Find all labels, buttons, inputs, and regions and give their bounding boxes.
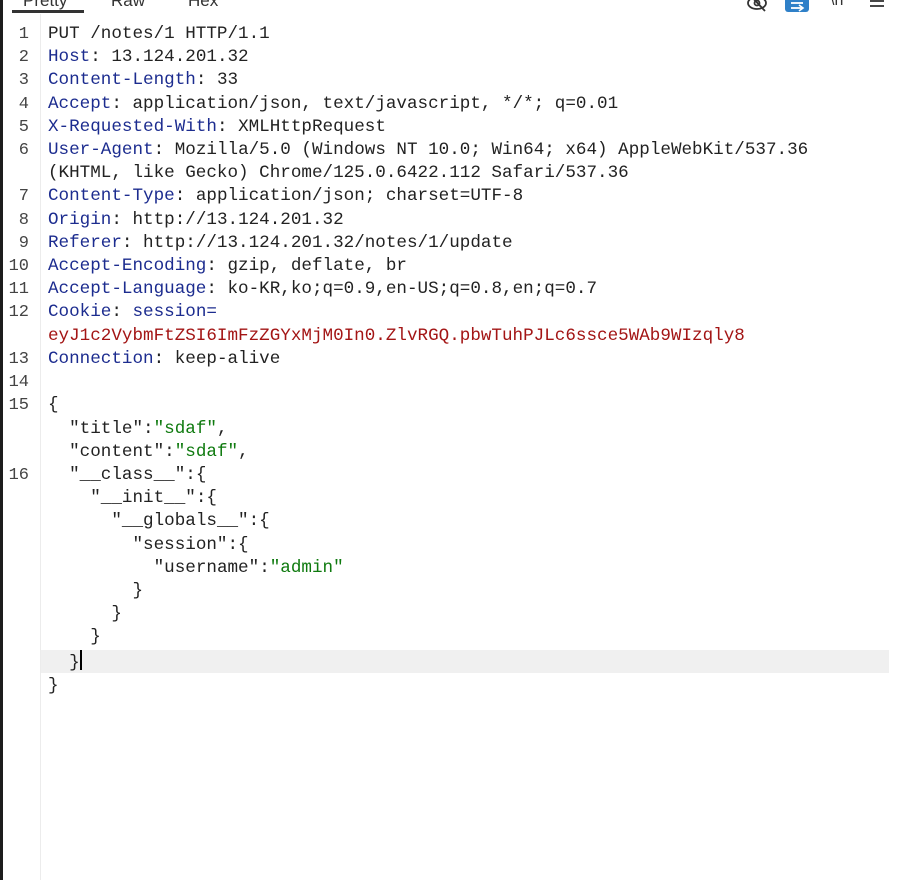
- body-close: }: [48, 675, 59, 696]
- header-origin: 8 Origin: http://13.124.201.32: [0, 209, 904, 232]
- json-key: "session": [132, 534, 228, 555]
- json-key: "username": [153, 557, 260, 578]
- newline-icon[interactable]: \n: [830, 0, 843, 10]
- wrap-icon[interactable]: [785, 0, 809, 12]
- request-line: 1 PUT /notes/1 HTTP/1.1: [0, 23, 904, 46]
- header-value-continuation: (KHTML, like Gecko) Chrome/125.0.6422.11…: [48, 163, 629, 184]
- header-referer: 9 Referer: http://13.124.201.32/notes/1/…: [0, 232, 904, 255]
- json-key: "__class__": [69, 465, 186, 486]
- active-tab-indicator: [12, 10, 84, 13]
- header-value: 13.124.201.32: [111, 47, 249, 68]
- header-value: Mozilla/5.0 (Windows NT 10.0; Win64; x64…: [174, 140, 809, 161]
- json-string: "sdaf": [153, 418, 217, 439]
- header-value: gzip, deflate, br: [227, 256, 408, 277]
- blank-line: 14: [0, 371, 904, 394]
- line-number: 7: [18, 187, 29, 207]
- line-number: 12: [8, 303, 29, 323]
- header-name: User-Agent: [48, 140, 154, 161]
- header-name: X-Requested-With: [48, 116, 217, 137]
- text-cursor: [79, 649, 82, 670]
- body-open: 15 {: [0, 394, 904, 417]
- tab-hex[interactable]: Hex: [188, 0, 218, 11]
- header-value: keep-alive: [174, 348, 281, 369]
- header-value: ko-KR,ko;q=0.9,en-US;q=0.8,en;q=0.7: [227, 279, 598, 300]
- json-close-globals: }: [48, 604, 122, 625]
- line-number: 10: [8, 257, 29, 277]
- header-content-length: 3 Content-Length: 33: [0, 69, 904, 92]
- header-name: Content-Length: [48, 70, 196, 91]
- line-number: 2: [18, 48, 29, 68]
- header-accept-encoding: 10 Accept-Encoding: gzip, deflate, br: [0, 255, 904, 278]
- header-name: Referer: [48, 232, 122, 253]
- header-value: http://13.124.201.32: [132, 209, 344, 230]
- json-key: "__init__": [90, 488, 196, 509]
- header-accept: 4 Accept: application/json, text/javascr…: [0, 93, 904, 116]
- request-line-text: PUT /notes/1 HTTP/1.1: [48, 24, 270, 44]
- header-accept-language: 11 Accept-Language: ko-KR,ko;q=0.9,en-US…: [0, 278, 904, 301]
- header-name: Origin: [48, 209, 112, 230]
- header-name: Host: [48, 47, 91, 68]
- line-number: 8: [18, 210, 29, 230]
- line-number: 4: [18, 94, 29, 114]
- header-value: http://13.124.201.32/notes/1/update: [143, 232, 513, 253]
- header-cookie-continuation: eyJ1c2VybmFtZSI6ImFzZGYxMjM0In0.ZlvRGQ.p…: [0, 325, 904, 348]
- message-editor-toolbar: Pretty Raw Hex \n: [0, 0, 904, 14]
- header-name: Accept-Language: [48, 279, 207, 300]
- json-title: "title":"sdaf",: [69, 418, 228, 439]
- header-user-agent: 6 User-Agent: Mozilla/5.0 (Windows NT 10…: [0, 139, 904, 162]
- json-string: "sdaf": [174, 441, 239, 462]
- header-value: 33: [216, 70, 239, 91]
- line-number: 6: [18, 141, 29, 161]
- json-close-init: }: [48, 627, 101, 648]
- header-user-agent-continuation: (KHTML, like Gecko) Chrome/125.0.6422.11…: [0, 162, 904, 185]
- json-class: 16 "__class__":{: [0, 464, 904, 487]
- request-editor[interactable]: 1 PUT /notes/1 HTTP/1.1 2 Host: 13.124.2…: [0, 23, 904, 698]
- json-globals: "__globals__":{: [111, 511, 270, 532]
- header-value: application/json; charset=UTF-8: [195, 186, 524, 207]
- header-name: Accept: [48, 93, 112, 114]
- header-content-type: 7 Content-Type: application/json; charse…: [0, 185, 904, 208]
- eye-off-icon[interactable]: [746, 0, 768, 12]
- tab-raw[interactable]: Raw: [111, 0, 145, 11]
- json-key: "content": [69, 441, 165, 462]
- json-close-class-active: }: [0, 649, 904, 675]
- line-number: 3: [18, 71, 29, 91]
- line-number: 11: [8, 280, 29, 300]
- header-value: XMLHttpRequest: [238, 116, 386, 137]
- json-content: "content":"sdaf",: [69, 441, 249, 462]
- menu-icon[interactable]: [869, 0, 885, 10]
- json-key: "__globals__": [111, 511, 249, 532]
- header-name: Accept-Encoding: [48, 256, 207, 277]
- header-host: 2 Host: 13.124.201.32: [0, 46, 904, 69]
- header-cookie: 12 Cookie: session=: [0, 301, 904, 324]
- line-number: 5: [18, 117, 29, 137]
- header-connection: 13 Connection: keep-alive: [0, 348, 904, 371]
- cookie-value: eyJ1c2VybmFtZSI6ImFzZGYxMjM0In0.ZlvRGQ.p…: [48, 325, 745, 346]
- header-name: Connection: [48, 348, 154, 369]
- cookie-name: session=: [132, 302, 217, 323]
- json-close-session: }: [48, 581, 144, 602]
- json-key: "title": [69, 418, 144, 439]
- line-number: 13: [8, 349, 29, 369]
- header-value: application/json, text/javascript, */*; …: [132, 93, 619, 114]
- line-number: 14: [8, 373, 29, 393]
- line-number: 15: [8, 396, 29, 416]
- json-string: "admin": [269, 557, 344, 578]
- line-number: 9: [18, 233, 29, 253]
- header-name: Content-Type: [48, 186, 175, 207]
- line-number: 1: [18, 25, 29, 44]
- json-init: "__init__":{: [90, 488, 217, 509]
- json-session: "session":{: [132, 534, 249, 555]
- json-username: "username":"admin": [153, 557, 344, 578]
- line-number: 16: [8, 466, 29, 486]
- header-x-requested-with: 5 X-Requested-With: XMLHttpRequest: [0, 116, 904, 139]
- header-name: Cookie: [48, 302, 112, 323]
